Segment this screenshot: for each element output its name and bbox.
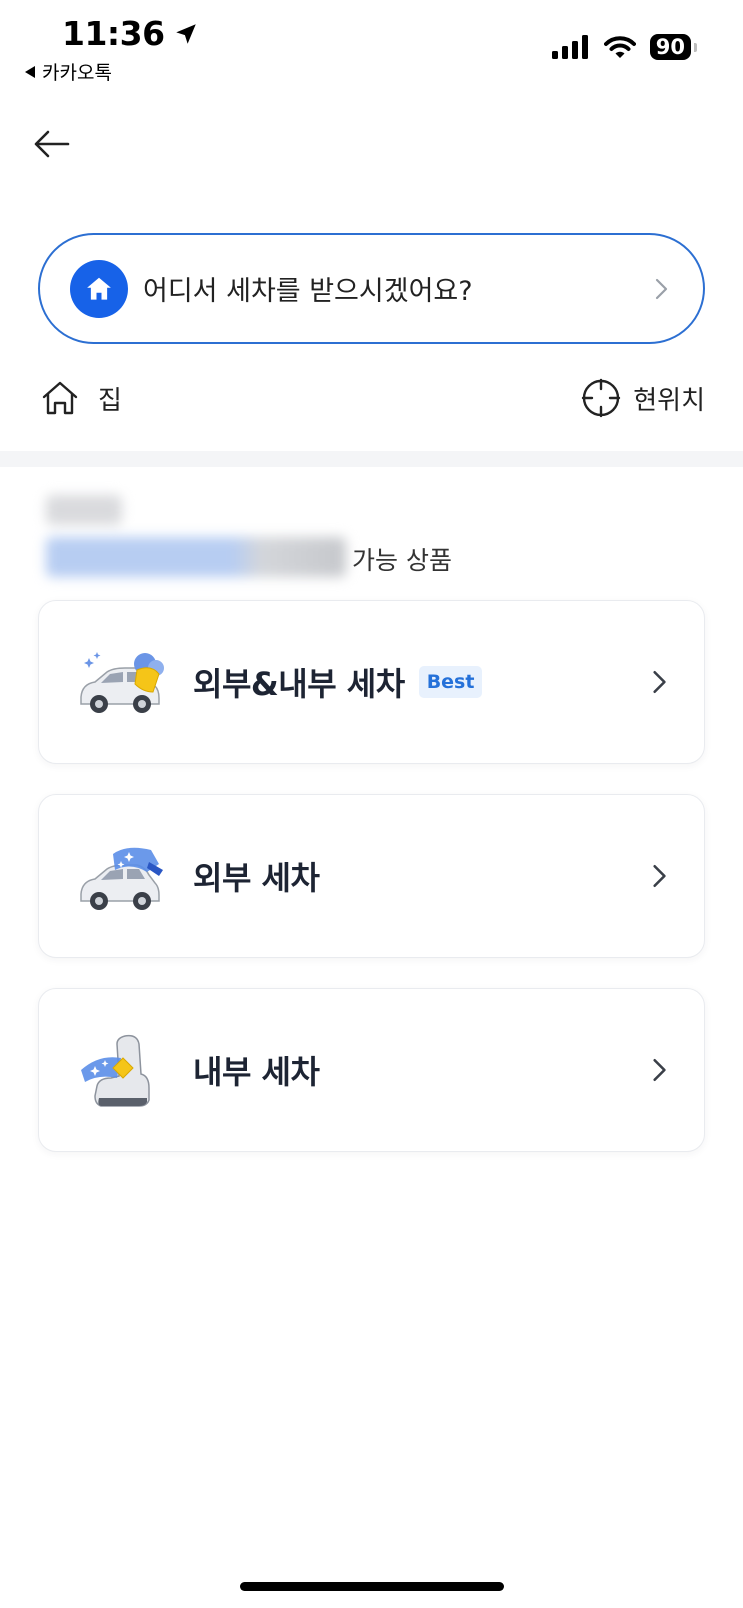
- wifi-icon: [603, 36, 636, 58]
- home-icon: [87, 277, 111, 300]
- car-exterior-icon: [80, 847, 163, 910]
- product-card-interior-wash[interactable]: 내부 세차: [38, 988, 705, 1152]
- quick-location-current[interactable]: 현위치: [581, 378, 705, 418]
- location-arrow-icon: [175, 23, 196, 44]
- quick-location-home[interactable]: 집: [40, 378, 122, 418]
- blurred-address-title: [46, 495, 122, 525]
- status-time: 11:36: [62, 14, 199, 53]
- quick-location-home-label: 집: [98, 385, 122, 416]
- back-button[interactable]: [32, 124, 72, 164]
- quick-location-current-label: 현위치: [633, 385, 705, 416]
- section-divider: [0, 451, 743, 467]
- location-search-field[interactable]: 어디서 세차를 받으시겠어요?: [38, 233, 705, 344]
- chevron-right-icon: [655, 278, 668, 299]
- home-indicator[interactable]: [240, 1582, 504, 1591]
- best-badge: Best: [418, 666, 483, 698]
- battery-indicator: 90: [649, 34, 698, 60]
- product-title: 내부 세차: [193, 1053, 320, 1091]
- home-outline-icon: [42, 381, 78, 415]
- status-time-text: 11:36: [62, 14, 165, 53]
- chevron-right-icon: [653, 864, 666, 888]
- signal-icon: [551, 35, 588, 59]
- car-wash-full-icon: [80, 652, 164, 713]
- back-triangle-icon: [25, 65, 35, 78]
- status-indicators: 90: [551, 34, 698, 60]
- product-card-full-wash[interactable]: 외부&내부 세차 Best: [38, 600, 705, 764]
- home-icon-badge: [70, 259, 128, 318]
- search-placeholder: 어디서 세차를 받으시겠어요?: [143, 276, 473, 307]
- status-back-to-app[interactable]: 카카오톡: [24, 58, 112, 85]
- chevron-right-icon: [653, 1058, 666, 1082]
- blurred-address-detail: [46, 537, 346, 577]
- product-title: 외부 세차: [193, 859, 320, 897]
- crosshair-icon: [582, 378, 621, 418]
- chevron-right-icon: [653, 670, 666, 694]
- product-card-exterior-wash[interactable]: 외부 세차: [38, 794, 705, 958]
- status-back-app-label: 카카오톡: [42, 62, 112, 84]
- arrow-left-icon: [34, 130, 70, 158]
- available-products-label: 가능 상품: [352, 546, 452, 575]
- car-seat-icon: [81, 1034, 150, 1107]
- product-title: 외부&내부 세차: [193, 665, 405, 703]
